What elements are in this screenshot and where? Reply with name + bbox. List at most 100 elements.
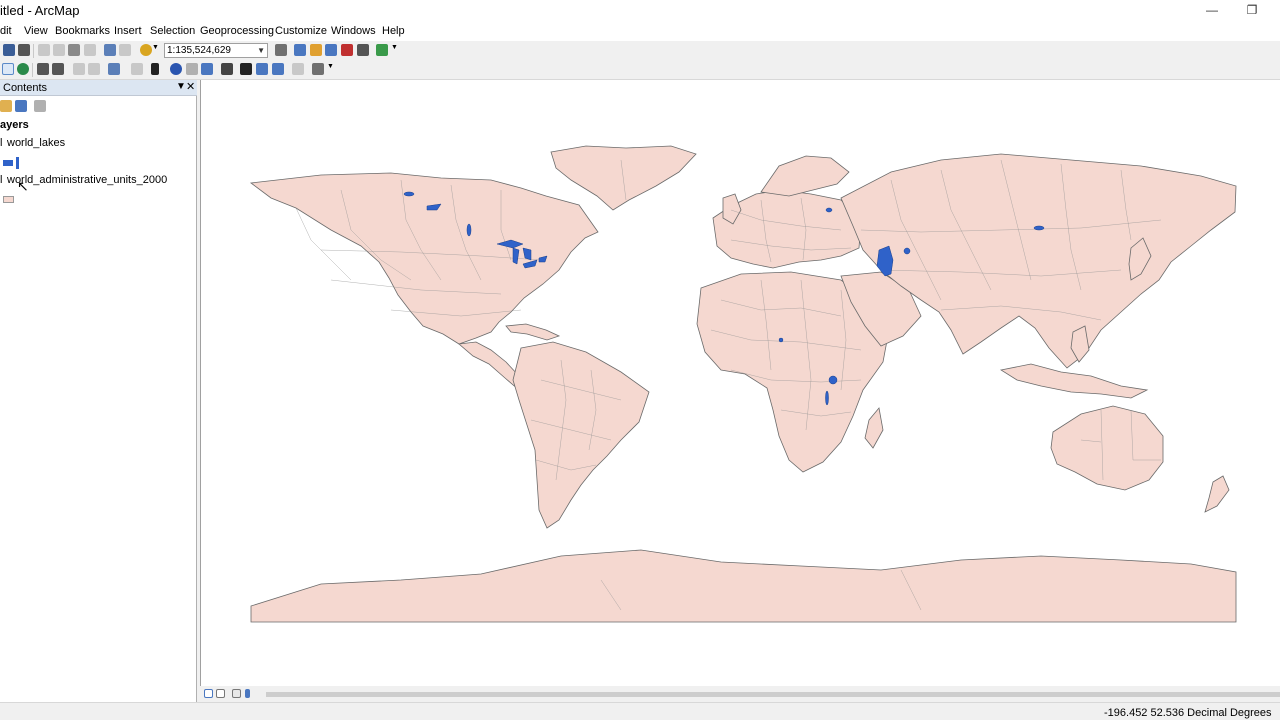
- map-view-controls: [200, 686, 1280, 702]
- map-scale-field[interactable]: 1:135,524,629 ▼: [164, 43, 268, 58]
- layers-root-label[interactable]: ayers: [0, 119, 29, 131]
- refresh-icon[interactable]: [232, 689, 241, 698]
- data-view-icon[interactable]: [204, 689, 213, 698]
- toolbar-separator: [33, 44, 34, 58]
- menu-bar: dit View Bookmarks Insert Selection Geop…: [0, 22, 1280, 42]
- status-bar: -196.452 52.536 Decimal Degrees: [0, 702, 1280, 720]
- map-scale-value: 1:135,524,629: [167, 45, 231, 56]
- map-display[interactable]: [200, 80, 1280, 686]
- lake-baikal: [1033, 225, 1045, 231]
- list-by-drawing-order-icon[interactable]: [0, 100, 12, 112]
- time-slider-icon[interactable]: [292, 63, 304, 75]
- editor-toolbar-icon[interactable]: [275, 44, 287, 56]
- chevron-down-icon[interactable]: ▼: [257, 44, 265, 57]
- fixed-zoom-in-icon[interactable]: [37, 63, 49, 75]
- copy-icon[interactable]: [53, 44, 65, 56]
- greenland-landmass: [550, 145, 697, 211]
- table-of-contents-icon[interactable]: [294, 44, 306, 56]
- scandinavia-landmass: [760, 155, 850, 197]
- menu-selection[interactable]: Selection: [150, 25, 195, 37]
- search-window-icon[interactable]: [325, 44, 337, 56]
- south-america-landmass: [512, 341, 650, 529]
- menu-view[interactable]: View: [24, 25, 48, 37]
- hyperlink-icon[interactable]: [186, 63, 198, 75]
- toc-header: Contents ▼ ✕: [0, 80, 197, 96]
- window-title: itled - ArcMap: [0, 3, 80, 18]
- menu-edit[interactable]: dit: [0, 25, 12, 37]
- restore-icon[interactable]: ❐: [1243, 2, 1261, 18]
- full-extent-icon[interactable]: [17, 63, 29, 75]
- menu-geoprocessing[interactable]: Geoprocessing: [200, 25, 274, 37]
- tools-toolbar: ▼: [0, 60, 1280, 80]
- pan-icon[interactable]: [2, 63, 14, 75]
- caribbean-islands: [505, 323, 561, 341]
- lake-symbol-swatch[interactable]: [3, 160, 13, 166]
- print-icon[interactable]: [18, 44, 30, 56]
- layer-name-world-lakes[interactable]: world_lakes: [7, 137, 65, 149]
- menu-customize[interactable]: Customize: [275, 25, 327, 37]
- mouse-cursor-icon: ↖: [17, 178, 29, 194]
- toc-toolbar: [0, 97, 197, 113]
- new-zealand-islands: [1204, 475, 1230, 513]
- model-builder-icon[interactable]: [376, 44, 388, 56]
- layer-checkbox[interactable]: l: [0, 174, 2, 186]
- find-icon[interactable]: [240, 63, 252, 75]
- cut-icon[interactable]: [38, 44, 50, 56]
- menu-windows[interactable]: Windows: [331, 25, 376, 37]
- lake-winnipeg: [466, 223, 472, 237]
- select-features-icon[interactable]: [108, 63, 120, 75]
- standard-toolbar: ▼ 1:135,524,629 ▼ ▼: [0, 41, 1280, 61]
- close-icon[interactable]: ✕: [186, 80, 195, 93]
- add-data-icon[interactable]: [140, 44, 152, 56]
- create-viewer-window-icon[interactable]: [312, 63, 324, 75]
- menu-help[interactable]: Help: [382, 25, 405, 37]
- layer-name-world-administrative-units[interactable]: world_administrative_units_2000: [7, 174, 167, 186]
- delete-icon[interactable]: [84, 44, 96, 56]
- forward-icon[interactable]: [88, 63, 100, 75]
- lake-victoria: [828, 375, 838, 385]
- clear-selection-icon[interactable]: [131, 63, 143, 75]
- measure-icon[interactable]: [221, 63, 233, 75]
- admin-units-layer: [249, 145, 1237, 623]
- python-window-icon[interactable]: [357, 44, 369, 56]
- menu-insert[interactable]: Insert: [114, 25, 142, 37]
- chevron-down-icon[interactable]: ▼: [152, 44, 159, 56]
- chevron-down-icon[interactable]: ▼: [391, 44, 398, 56]
- layout-view-icon[interactable]: [216, 689, 225, 698]
- identify-icon[interactable]: [170, 63, 182, 75]
- arctoolbox-icon[interactable]: [341, 44, 353, 56]
- list-by-source-icon[interactable]: [15, 100, 27, 112]
- fixed-zoom-out-icon[interactable]: [52, 63, 64, 75]
- antarctica-landmass: [250, 549, 1237, 623]
- world-map[interactable]: [201, 80, 1280, 686]
- select-elements-icon[interactable]: [151, 63, 159, 75]
- toc-title: Contents: [3, 82, 48, 94]
- admin-symbol-swatch[interactable]: [3, 196, 14, 203]
- layer-checkbox[interactable]: l: [0, 137, 2, 149]
- undo-icon[interactable]: [104, 44, 116, 56]
- pin-icon[interactable]: ▼: [176, 81, 186, 92]
- html-popup-icon[interactable]: [201, 63, 213, 75]
- horizontal-scrollbar[interactable]: [266, 692, 1280, 697]
- toolbar-separator: [32, 63, 33, 77]
- pause-drawing-icon[interactable]: [245, 689, 250, 698]
- lake-symbol-swatch: [16, 157, 19, 169]
- lake-chad: [778, 337, 784, 343]
- minimize-icon[interactable]: —: [1203, 2, 1221, 18]
- catalog-icon[interactable]: [310, 44, 322, 56]
- aral-sea-lake: [903, 247, 911, 255]
- back-icon[interactable]: [73, 63, 85, 75]
- find-route-icon[interactable]: [256, 63, 268, 75]
- redo-icon[interactable]: [119, 44, 131, 56]
- great-bear-lake: [403, 191, 415, 197]
- lake-ladoga: [825, 207, 833, 213]
- go-to-xy-icon[interactable]: [272, 63, 284, 75]
- title-bar: itled - ArcMap — ❐: [0, 0, 1280, 22]
- options-icon[interactable]: [34, 100, 46, 112]
- paste-icon[interactable]: [68, 44, 80, 56]
- save-icon[interactable]: [3, 44, 15, 56]
- madagascar: [864, 407, 884, 449]
- chevron-down-icon[interactable]: ▼: [327, 63, 334, 75]
- lake-tanganyika: [825, 390, 829, 406]
- menu-bookmarks[interactable]: Bookmarks: [55, 25, 110, 37]
